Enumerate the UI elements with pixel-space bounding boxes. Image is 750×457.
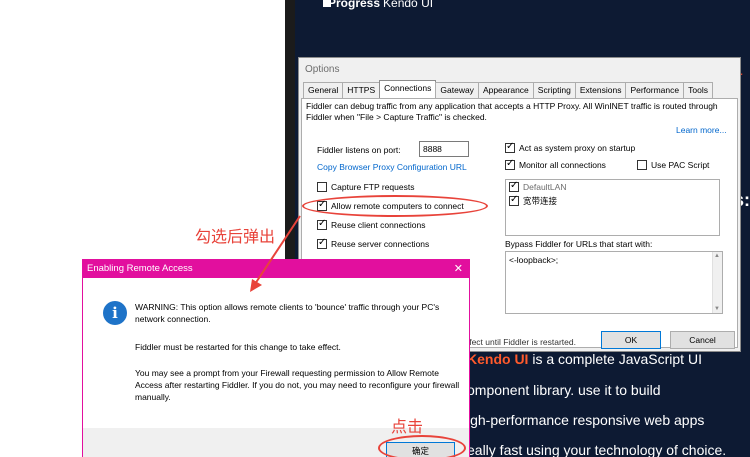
reuse-client-checkbox[interactable]: Reuse client connections — [317, 218, 426, 230]
checkbox-label: Monitor all connections — [519, 160, 606, 170]
brand-name: Progress — [328, 0, 381, 10]
tab-general[interactable]: General — [303, 82, 344, 98]
background-line-text: is a complete JavaScript UI — [528, 351, 702, 367]
ok-button[interactable]: OK — [601, 331, 661, 349]
bypass-textarea[interactable]: <-loopback>; ▲ ▼ — [505, 251, 723, 314]
list-item-label: DefaultLAN — [523, 182, 567, 192]
tab-appearance[interactable]: Appearance — [477, 82, 534, 98]
background-brand: Progress Kendo UI — [328, 0, 433, 10]
bypass-label: Bypass Fiddler for URLs that start with: — [505, 239, 653, 249]
background-text-line: igh-performance responsive web apps — [467, 412, 705, 428]
reuse-server-checkbox[interactable]: Reuse server connections — [317, 237, 430, 249]
capture-ftp-checkbox[interactable]: Capture FTP requests — [317, 182, 414, 192]
port-input[interactable]: 8888 — [419, 141, 469, 157]
annotation-after-check: 勾选后弹出 — [195, 227, 276, 246]
cancel-button[interactable]: Cancel — [670, 331, 735, 349]
background-text-line: Kendo UI is a complete JavaScript UI — [467, 351, 702, 367]
checkbox-box — [317, 237, 327, 249]
tab-gateway[interactable]: Gateway — [435, 82, 479, 98]
scroll-down-icon[interactable]: ▼ — [714, 306, 720, 312]
firewall-text: You may see a prompt from your Firewall … — [135, 368, 460, 402]
checkbox-box — [509, 194, 519, 206]
tab-extensions[interactable]: Extensions — [574, 82, 627, 98]
checkbox-box — [637, 160, 647, 170]
monitor-all-checkbox[interactable]: Monitor all connections — [505, 158, 606, 170]
connections-description: Fiddler can debug traffic from any appli… — [306, 101, 718, 122]
scroll-up-icon[interactable]: ▲ — [714, 253, 720, 259]
tab-https[interactable]: HTTPS — [342, 82, 381, 98]
restart-note: ffect until Fiddler is restarted. — [467, 337, 576, 347]
learn-more-link[interactable]: Learn more... — [676, 125, 727, 135]
checkbox-label: Capture FTP requests — [331, 182, 415, 192]
highlight-ellipse-allow-remote — [302, 195, 488, 217]
port-label: Fiddler listens on port: — [317, 145, 401, 155]
tab-connections[interactable]: Connections — [379, 80, 437, 98]
system-proxy-checkbox[interactable]: Act as system proxy on startup — [505, 141, 636, 153]
highlight-ellipse-confirm — [378, 435, 466, 457]
list-item[interactable]: 宽带连接 — [509, 194, 558, 207]
restart-text: Fiddler must be restarted for this chang… — [135, 342, 341, 352]
background-text-line: omponent library. use it to build — [467, 382, 661, 398]
warning-text: WARNING: This option allows remote clien… — [135, 302, 440, 324]
annotation-click: 点击 — [391, 417, 424, 436]
checkbox-label: Use PAC Script — [651, 160, 710, 170]
options-title: Options — [305, 64, 340, 75]
pac-script-checkbox[interactable]: Use PAC Script — [637, 160, 709, 170]
checkbox-box — [509, 180, 519, 192]
textarea-scrollbar[interactable]: ▲ ▼ — [712, 252, 722, 313]
connections-listbox[interactable]: DefaultLAN 宽带连接 — [505, 179, 720, 236]
checkbox-box — [317, 182, 327, 192]
copy-proxy-url-link[interactable]: Copy Browser Proxy Configuration URL — [317, 162, 467, 172]
checkbox-box — [317, 218, 327, 230]
checkbox-label: Reuse client connections — [331, 220, 426, 230]
info-icon: i — [103, 301, 127, 325]
checkbox-box — [505, 158, 515, 170]
brand-product: Kendo UI — [383, 0, 434, 10]
background-text-line: eally fast using your technology of choi… — [467, 442, 727, 457]
bypass-value: <-loopback>; — [509, 255, 559, 265]
tab-performance[interactable]: Performance — [625, 82, 685, 98]
checkbox-box — [505, 141, 515, 153]
list-item[interactable]: DefaultLAN — [509, 180, 567, 192]
options-tabs: General HTTPS Connections Gateway Appear… — [303, 80, 713, 98]
tab-scripting[interactable]: Scripting — [532, 82, 576, 98]
checkbox-label: Reuse server connections — [331, 239, 430, 249]
list-item-label: 宽带连接 — [523, 196, 558, 206]
close-icon[interactable]: ✕ — [454, 260, 463, 278]
background-link-kendo[interactable]: Kendo UI — [467, 351, 528, 367]
remote-dialog-title: Enabling Remote Access — [83, 260, 469, 278]
checkbox-label: Act as system proxy on startup — [519, 143, 636, 153]
tab-tools[interactable]: Tools — [683, 82, 713, 98]
